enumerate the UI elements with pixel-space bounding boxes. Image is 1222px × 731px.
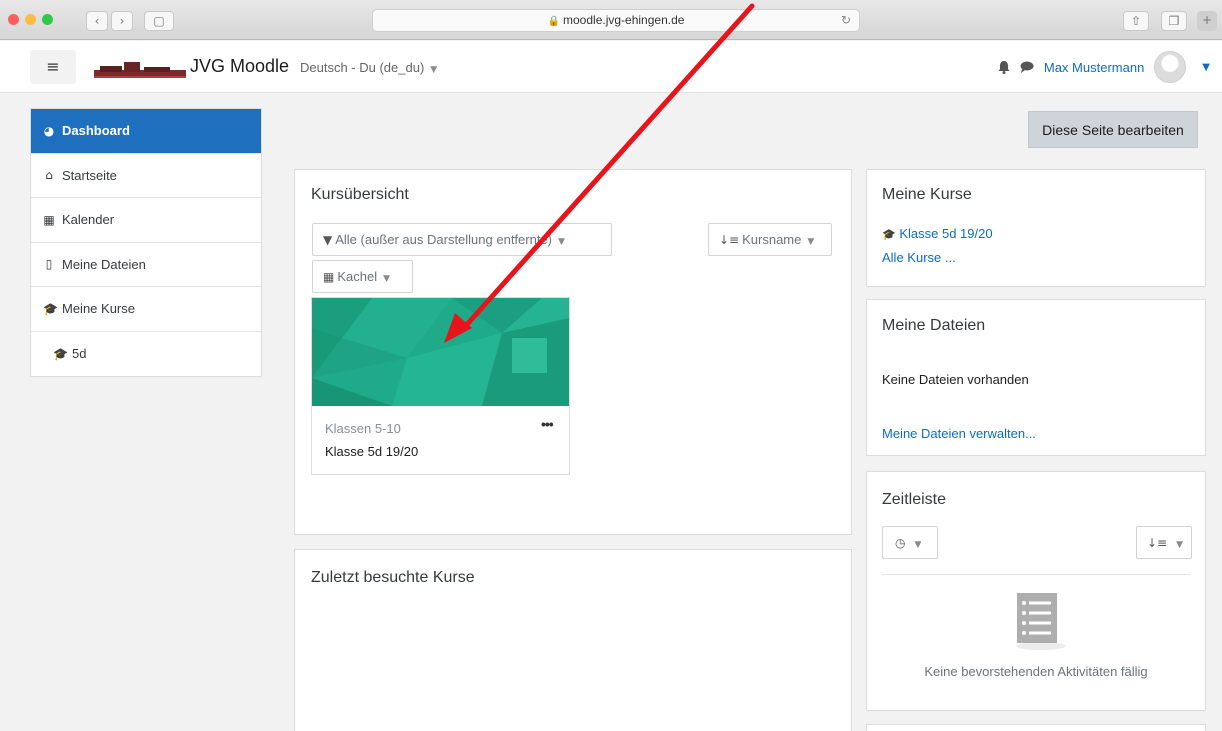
forward-button[interactable]: › xyxy=(111,11,133,31)
more-options-icon[interactable]: ••• xyxy=(541,416,554,432)
site-name[interactable]: JVG Moodle xyxy=(190,56,289,77)
course-filter-dropdown[interactable]: ▼ Alle (außer aus Darstellung entfernte) ▼ xyxy=(312,223,612,256)
reload-icon[interactable]: ↻ xyxy=(841,10,851,31)
caret-down-icon: ▼ xyxy=(430,65,438,75)
graduation-cap-icon: 🎓 xyxy=(43,301,58,316)
my-course-link[interactable]: 🎓 Klasse 5d 19/20 xyxy=(882,226,993,241)
minimize-window-button[interactable] xyxy=(25,14,36,25)
course-overview-title: Kursübersicht xyxy=(311,186,409,203)
timeline-empty-text: Keine bevorstehenden Aktivitäten fällig xyxy=(924,664,1148,679)
url-text: moodle.jvg-ehingen.de xyxy=(563,13,685,27)
share-button[interactable]: ⇧ xyxy=(1123,11,1149,31)
caret-down-icon: ▼ xyxy=(807,237,815,247)
sidebar-item-label: 5d xyxy=(72,346,87,362)
forward-icon: › xyxy=(119,14,125,28)
back-button[interactable]: ‹ xyxy=(86,11,108,31)
timeline-sort-dropdown[interactable]: ↓≡ ▼ xyxy=(1136,526,1192,559)
caret-down-icon: ▼ xyxy=(558,237,565,247)
no-files-text: Keine Dateien vorhanden xyxy=(882,372,1029,387)
window-controls xyxy=(8,14,53,25)
user-name[interactable]: Max Mustermann xyxy=(1044,60,1144,75)
caret-down-icon: ▼ xyxy=(914,540,922,550)
timeline-filter-dropdown[interactable]: ◷ ▼ xyxy=(882,526,938,559)
my-course-label: Klasse 5d 19/20 xyxy=(899,226,993,241)
sort-icon: ↓≡ xyxy=(1147,536,1168,550)
course-view-label: Kachel xyxy=(337,269,378,284)
zoom-window-button[interactable] xyxy=(42,14,53,25)
close-window-button[interactable] xyxy=(8,14,19,25)
timeline-divider xyxy=(882,574,1191,575)
back-icon: ‹ xyxy=(94,14,100,28)
caret-down-icon: ▼ xyxy=(383,274,391,284)
drawer-toggle-button[interactable]: ≡ xyxy=(30,50,76,84)
language-label: Deutsch - Du (de_du) xyxy=(300,60,425,75)
avatar[interactable] xyxy=(1154,51,1187,83)
all-courses-link[interactable]: Alle Kurse ... xyxy=(882,250,956,265)
sidebar-item-label: Startseite xyxy=(62,167,117,183)
sidebar-item-label: Dashboard xyxy=(62,123,130,139)
sidebar-item-kalender[interactable]: ▦ Kalender xyxy=(31,198,261,243)
sidebar-item-meine-dateien[interactable]: ▯ Meine Dateien xyxy=(31,243,261,287)
chat-icon[interactable] xyxy=(1020,61,1034,73)
nav-drawer: ◕ Dashboard ⌂ Startseite ▦ Kalender ▯ Meine … xyxy=(30,108,262,377)
calendar-icon: ▦ xyxy=(43,212,55,227)
sidebar-item-meine-kurse[interactable]: 🎓 Meine Kurse xyxy=(31,287,261,332)
course-filter-label: Alle (außer aus Darstellung entfernte) xyxy=(335,232,553,247)
sidebar-toggle-button[interactable]: ▢ xyxy=(144,11,174,31)
address-bar[interactable]: 🔒 moodle.jvg-ehingen.de ↻ xyxy=(372,9,860,32)
graduation-cap-icon: 🎓 xyxy=(53,346,68,361)
graduation-cap-icon: 🎓 xyxy=(882,228,896,241)
site-logo[interactable] xyxy=(94,58,186,80)
course-view-dropdown[interactable]: ▦ Kachel ▼ xyxy=(312,260,413,293)
course-name-link[interactable]: Klasse 5d 19/20 xyxy=(325,444,418,459)
empty-list-icon xyxy=(1016,593,1066,650)
course-sort-label: Kursname xyxy=(742,232,802,247)
sidebar-icon: ▢ xyxy=(153,14,165,28)
grid-icon: ▦ xyxy=(323,270,335,284)
next-block xyxy=(866,724,1206,731)
clock-icon: ◷ xyxy=(895,536,906,550)
sidebar-item-dashboard[interactable]: ◕ Dashboard xyxy=(31,109,261,154)
menu-icon: ≡ xyxy=(46,57,60,76)
file-icon: ▯ xyxy=(45,257,53,272)
browser-toolbar: ‹ › ▢ 🔒 moodle.jvg-ehingen.de ↻ ⇧ ❐ + xyxy=(0,0,1222,40)
dashboard-icon: ◕ xyxy=(43,123,55,138)
lock-icon: 🔒 xyxy=(547,16,561,27)
tabs-button[interactable]: ❐ xyxy=(1161,11,1187,31)
manage-files-link[interactable]: Meine Dateien verwalten... xyxy=(882,426,1036,441)
home-icon: ⌂ xyxy=(45,168,53,183)
site-navbar: ≡ JVG Moodle Deutsch - Du (de_du) ▼ Max M… xyxy=(0,41,1222,93)
recent-courses-title: Zuletzt besuchte Kurse xyxy=(311,569,475,586)
my-files-title: Meine Dateien xyxy=(882,317,986,334)
sidebar-item-label: Kalender xyxy=(62,212,115,228)
plus-icon: + xyxy=(1201,13,1213,27)
course-card[interactable]: Klassen 5-10 ••• Klasse 5d 19/20 xyxy=(311,297,570,475)
course-sort-dropdown[interactable]: ↓≡ Kursname ▼ xyxy=(708,223,832,256)
sidebar-item-startseite[interactable]: ⌂ Startseite xyxy=(31,154,261,198)
language-menu[interactable]: Deutsch - Du (de_du) ▼ xyxy=(300,60,437,75)
caret-down-icon: ▼ xyxy=(1176,540,1184,550)
tabs-icon: ❐ xyxy=(1168,14,1180,28)
user-nav: Max Mustermann ▼ xyxy=(998,51,1210,83)
sort-icon: ↓≡ xyxy=(719,233,740,247)
edit-page-button[interactable]: Diese Seite bearbeiten xyxy=(1028,111,1198,148)
share-icon: ⇧ xyxy=(1130,14,1142,28)
course-category: Klassen 5-10 xyxy=(325,421,401,436)
sidebar-item-label: Meine Kurse xyxy=(62,301,135,317)
sidebar-item-5d[interactable]: 🎓 5d xyxy=(31,332,261,377)
filter-icon: ▼ xyxy=(323,233,333,247)
sidebar-item-label: Meine Dateien xyxy=(62,256,146,272)
user-menu-caret-icon[interactable]: ▼ xyxy=(1202,62,1210,73)
bell-icon[interactable] xyxy=(998,60,1010,74)
timeline-title: Zeitleiste xyxy=(882,491,947,508)
my-courses-title: Meine Kurse xyxy=(882,186,972,203)
course-image[interactable] xyxy=(312,298,569,406)
new-tab-button[interactable]: + xyxy=(1197,11,1217,31)
